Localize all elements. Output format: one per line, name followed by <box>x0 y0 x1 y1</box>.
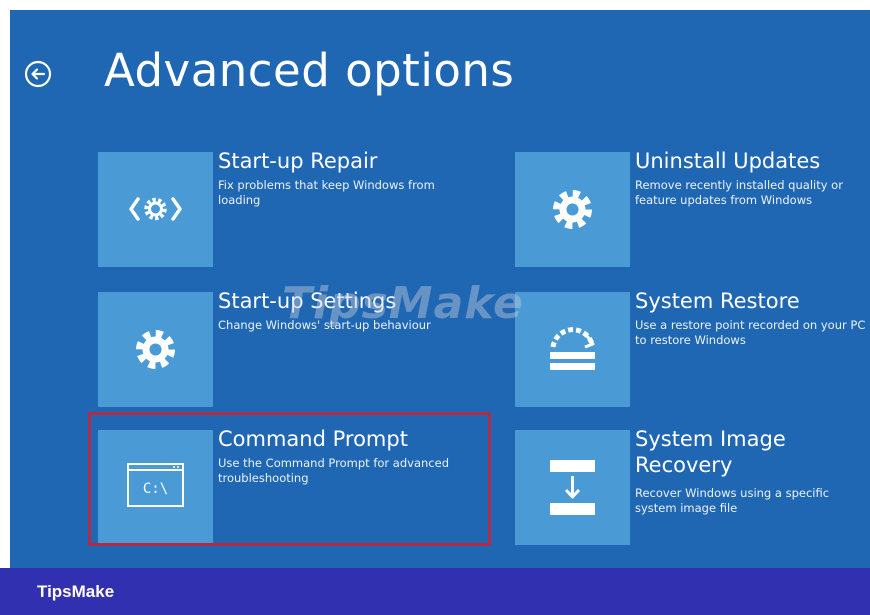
tile-uninstall-updates[interactable]: Uninstall Updates Remove recently instal… <box>515 149 843 267</box>
highlight-box <box>88 412 491 546</box>
tile-title: System Image Recovery <box>635 427 786 477</box>
code-gear-icon <box>98 152 213 267</box>
tile-title: System Restore <box>635 289 800 313</box>
gear-icon <box>98 292 213 407</box>
watermark: TipsMake <box>282 278 524 329</box>
tile-system-restore[interactable]: System Restore Use a restore point recor… <box>515 289 865 407</box>
footer-bar: TipsMake <box>0 568 870 615</box>
back-arrow-icon[interactable] <box>24 60 52 88</box>
tile-description: Remove recently installed quality or fea… <box>635 178 843 207</box>
tile-description: Recover Windows using a specific system … <box>635 486 830 515</box>
tile-title: Start-up Repair <box>218 149 378 173</box>
gear-icon <box>515 152 630 267</box>
footer-brand: TipsMake <box>37 582 115 601</box>
restore-icon <box>515 292 630 407</box>
image-recovery-icon <box>515 430 630 545</box>
page-title: Advanced options <box>104 44 515 97</box>
tile-description: Fix problems that keep Windows from load… <box>218 178 435 207</box>
tile-description: Use a restore point recorded on your PC … <box>635 318 866 347</box>
tile-startup-repair[interactable]: Start-up Repair Fix problems that keep W… <box>98 149 435 267</box>
tile-title: Uninstall Updates <box>635 149 821 173</box>
advanced-options-screen: Advanced options Start-up Repair Fix pro… <box>10 10 870 568</box>
tile-system-image-recovery[interactable]: System Image Recovery Recover Windows us… <box>515 427 829 545</box>
